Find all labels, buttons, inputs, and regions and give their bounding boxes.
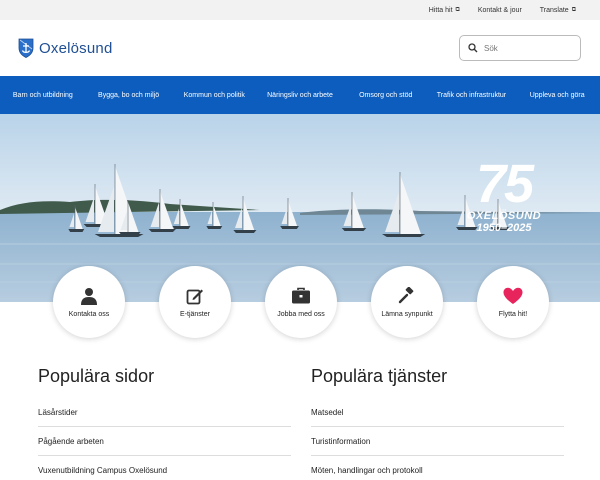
list-item[interactable]: Turistinformation [311, 427, 564, 456]
quick-link-kontakta-oss[interactable]: Kontakta oss [53, 266, 125, 338]
quick-link-label: E-tjänster [180, 310, 210, 318]
anniversary-years: 1950–2025 [476, 222, 532, 234]
person-icon [81, 287, 97, 305]
utility-bar: Hitta hit ⧉ Kontakt & jour Translate ⧉ [0, 0, 600, 20]
utility-link-hitta-hit[interactable]: Hitta hit ⧉ [429, 7, 460, 14]
quick-link-flytta-hit[interactable]: Flytta hit! [477, 266, 549, 338]
site-logo[interactable]: Oxelösund [18, 38, 113, 58]
edit-icon [186, 289, 203, 304]
nav-item-naringsliv-och-arbete[interactable]: Näringsliv och arbete [257, 76, 343, 114]
anniversary-logo: 75 OXELÖSUND 1950–2025 [462, 154, 546, 234]
list-item[interactable]: Pågående arbeten [38, 427, 291, 456]
quick-links: Kontakta oss E-tjänster Jobba med oss Lä… [0, 266, 600, 338]
quick-link-label: Kontakta oss [68, 310, 110, 318]
popular-pages: Populära sidor Läsårstider Pågående arbe… [38, 366, 291, 480]
logo-text: Oxelösund [39, 39, 113, 57]
sailboat [148, 189, 176, 232]
popular-pages-title: Populära sidor [38, 366, 155, 386]
nav-item-kommun-och-politik[interactable]: Kommun och politik [171, 76, 257, 114]
list-item[interactable]: Vuxenutbildning Campus Oxelösund [38, 456, 291, 480]
external-link-icon: ⧉ [455, 6, 460, 13]
briefcase-icon [292, 287, 310, 303]
nav-item-barn-och-utbildning[interactable]: Barn och utbildning [0, 76, 86, 114]
quick-link-label: Flytta hit! [498, 310, 528, 318]
gavel-icon [398, 286, 414, 303]
nav-item-trafik-och-infrastruktur[interactable]: Trafik och infrastruktur [429, 76, 515, 114]
anniversary-name: OXELÖSUND [466, 210, 542, 222]
sailboat [233, 196, 257, 233]
heart-icon [503, 287, 523, 304]
sailboat [172, 199, 191, 229]
quick-link-lamna-synpunkt[interactable]: Lämna synpunkt [371, 266, 443, 338]
utility-link-label: Hitta hit [428, 6, 453, 14]
popular-pages-list: Läsårstider Pågående arbeten Vuxenutbild… [38, 398, 291, 480]
utility-link-label: Translate [539, 6, 569, 14]
quick-link-jobba-med-oss[interactable]: Jobba med oss [265, 266, 337, 338]
nav-item-bygga-bo-miljo[interactable]: Bygga, bo och miljö [86, 76, 172, 114]
quick-link-e-tjanster[interactable]: E-tjänster [159, 266, 231, 338]
search-input[interactable] [484, 43, 564, 53]
list-item[interactable]: Möten, handlingar och protokoll [311, 456, 564, 480]
popular-services: Populära tjänster Matsedel Turistinforma… [311, 366, 564, 480]
sailboat [280, 198, 299, 229]
utility-link-kontakt[interactable]: Kontakt & jour [478, 7, 522, 14]
coat-of-arms-icon [18, 38, 34, 58]
popular-services-title: Populära tjänster [311, 366, 448, 386]
list-item[interactable]: Matsedel [311, 398, 564, 427]
external-link-icon: ⧉ [571, 6, 576, 13]
sailboat [206, 202, 223, 229]
sailboat [341, 192, 367, 231]
popular-services-list: Matsedel Turistinformation Möten, handli… [311, 398, 564, 480]
sailboat [382, 172, 426, 237]
utility-link-label: Kontakt & jour [477, 6, 522, 14]
quick-link-label: Lämna synpunkt [381, 310, 433, 318]
nav-item-omsorg-och-stod[interactable]: Omsorg och stöd [343, 76, 429, 114]
nav-item-uppleva-och-gora[interactable]: Uppleva och göra [514, 76, 600, 114]
anniversary-number: 75 [475, 154, 534, 214]
search-box[interactable] [459, 35, 581, 61]
utility-link-translate[interactable]: Translate ⧉ [540, 7, 576, 14]
site-header: Oxelösund [0, 20, 600, 76]
search-icon [468, 43, 478, 53]
list-item[interactable]: Läsårstider [38, 398, 291, 427]
sailboat [68, 205, 85, 232]
main-navigation: Barn och utbildning Bygga, bo och miljö … [0, 76, 600, 114]
quick-link-label: Jobba med oss [277, 310, 325, 318]
popular-section: Populära sidor Läsårstider Pågående arbe… [0, 366, 600, 480]
